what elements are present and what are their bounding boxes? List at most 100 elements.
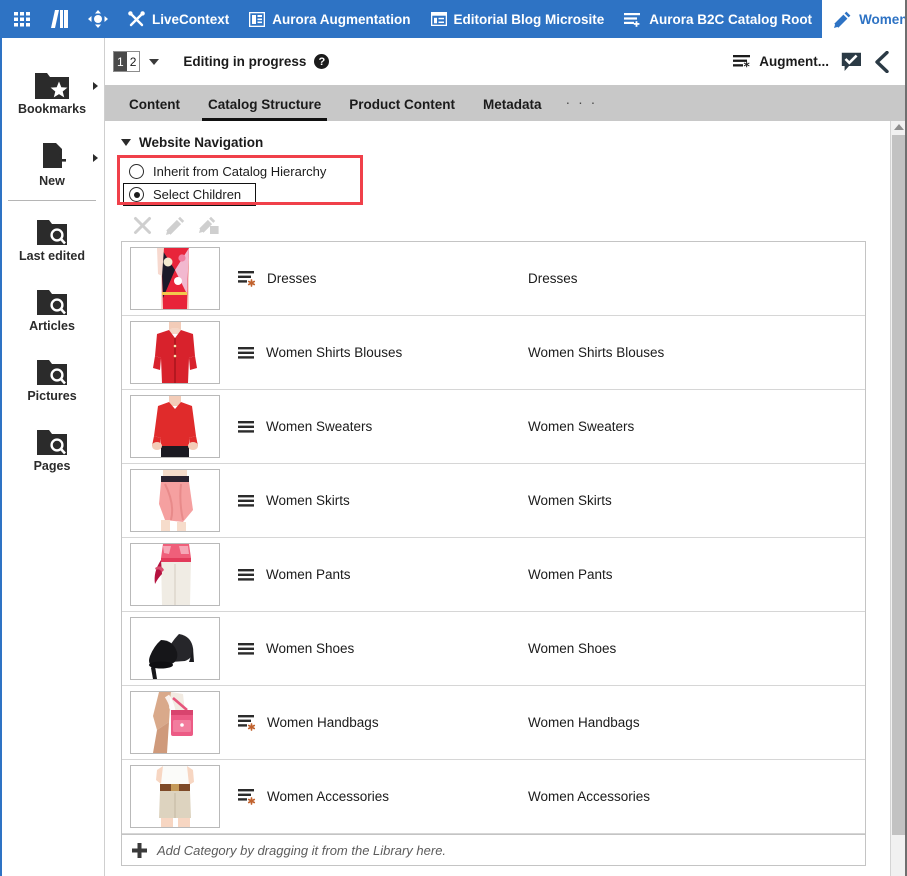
sidebar-label-bookmarks: Bookmarks — [17, 102, 87, 116]
sidebar-label-new: New — [39, 174, 65, 188]
folder-search-icon — [35, 287, 69, 316]
sidebar-item-pictures[interactable]: Pictures — [0, 347, 104, 409]
apps-grid-button[interactable] — [0, 0, 41, 38]
row-name-cell: Women Sweaters — [238, 419, 528, 434]
row-secondary-label: Women Handbags — [528, 715, 640, 730]
add-category-dropzone[interactable]: Add Category by dragging it from the Lib… — [122, 834, 865, 865]
svg-text:*: * — [744, 59, 751, 70]
augment-icon: * — [733, 54, 752, 70]
row-name-cell: Women Pants — [238, 567, 528, 582]
tab-content[interactable]: Content — [115, 97, 194, 121]
category-augmented-icon — [238, 714, 257, 731]
livecontext-label: LiveContext — [152, 11, 230, 27]
row-label: Women Sweaters — [266, 419, 373, 434]
help-icon[interactable]: ? — [314, 54, 330, 69]
thumbnail-women-shoes — [130, 617, 220, 680]
version-dropdown-icon[interactable] — [149, 58, 160, 65]
document-tabs: Content Catalog Structure Product Conten… — [105, 85, 907, 121]
scrollbar-thumb[interactable] — [892, 135, 906, 835]
website-navigation-header[interactable]: Website Navigation — [105, 121, 907, 150]
tools-icon — [128, 11, 145, 27]
radio-button-inherit[interactable] — [129, 164, 144, 179]
thumbnail-women-pants — [130, 543, 220, 606]
table-row[interactable]: Dresses Dresses — [122, 242, 865, 316]
catalog-structure-panel: Website Navigation Inherit from Catalog … — [105, 121, 907, 876]
table-row[interactable]: Women Skirts Women Skirts — [122, 464, 865, 538]
list-toolbar — [105, 206, 907, 241]
tab-women-label: Women — [859, 11, 907, 27]
table-row[interactable]: Women Handbags Women Handbags — [122, 686, 865, 760]
category-list: Dresses Dresses Women Shirts Blouses Wom… — [121, 241, 866, 866]
radio-inherit-from-catalog-hierarchy[interactable]: Inherit from Catalog Hierarchy — [123, 160, 369, 183]
aurora-augmentation-label: Aurora Augmentation — [272, 11, 411, 27]
radio-button-select-children[interactable] — [129, 187, 144, 202]
thumbnail-women-skirts — [130, 469, 220, 532]
sidebar-item-articles[interactable]: Articles — [0, 277, 104, 339]
editorial-blog-microsite-button[interactable]: Editorial Blog Microsite — [421, 0, 615, 38]
row-name-cell: Dresses — [238, 270, 528, 287]
toolbar-right-group: * Augment... — [733, 50, 907, 73]
tab-metadata[interactable]: Metadata — [469, 97, 556, 121]
folder-search-icon — [35, 427, 69, 456]
row-name-cell: Women Skirts — [238, 493, 528, 508]
chevron-left-icon[interactable] — [874, 50, 891, 73]
aurora-b2c-catalog-root-label: Aurora B2C Catalog Root — [649, 11, 813, 27]
sidebar-divider — [8, 200, 96, 201]
row-name-cell: Women Accessories — [238, 788, 528, 805]
sidebar-item-last-edited[interactable]: Last edited — [0, 207, 104, 269]
row-label: Women Shoes — [266, 641, 355, 656]
table-row[interactable]: Women Sweaters Women Sweaters — [122, 390, 865, 464]
tab-product-content[interactable]: Product Content — [335, 97, 469, 121]
augment-button[interactable]: * Augment... — [733, 54, 829, 70]
table-row[interactable]: Women Pants Women Pants — [122, 538, 865, 612]
row-secondary-label: Women Shoes — [528, 641, 617, 656]
category-icon — [238, 642, 256, 656]
edit-icon — [166, 216, 185, 235]
row-label: Dresses — [267, 271, 317, 286]
tab-women[interactable]: Women — [822, 0, 907, 38]
table-row[interactable]: Women Accessories Women Accessories — [122, 760, 865, 834]
thumbnail-women-accessories — [130, 765, 220, 828]
scroll-up-arrow-icon[interactable] — [894, 124, 904, 130]
sidebar-expand-arrow-bookmarks[interactable] — [93, 82, 98, 90]
version-indicator[interactable]: 1 2 — [113, 51, 141, 72]
row-secondary-label: Women Skirts — [528, 493, 612, 508]
tab-catalog-structure[interactable]: Catalog Structure — [194, 97, 335, 121]
preview-target-button[interactable] — [78, 0, 118, 38]
livecontext-button[interactable]: LiveContext — [118, 0, 239, 38]
comment-check-icon[interactable] — [841, 52, 862, 72]
pencil-icon — [834, 11, 851, 28]
status-label: Editing in progress — [183, 54, 307, 69]
radio-select-children[interactable]: Select Children — [123, 183, 256, 206]
category-icon — [238, 420, 256, 434]
sidebar-item-new[interactable]: New — [0, 132, 104, 194]
row-secondary-label: Dresses — [528, 271, 578, 286]
sidebar-item-pages[interactable]: Pages — [0, 417, 104, 479]
table-row[interactable]: Women Shirts Blouses Women Shirts Blouse… — [122, 316, 865, 390]
folder-search-icon — [35, 357, 69, 386]
library-button[interactable] — [41, 0, 78, 38]
edit-in-tab-icon — [199, 216, 219, 235]
radio-label-select-children: Select Children — [153, 187, 242, 202]
category-augmented-icon — [238, 788, 257, 805]
tab-overflow-button[interactable]: · · · — [556, 94, 608, 121]
aurora-b2c-catalog-root-button[interactable]: Aurora B2C Catalog Root — [614, 0, 822, 38]
sidebar-item-bookmarks[interactable]: Bookmarks — [0, 60, 104, 122]
row-secondary-label: Women Pants — [528, 567, 613, 582]
row-label: Women Handbags — [267, 715, 379, 730]
collapse-triangle-icon[interactable] — [121, 139, 131, 146]
navigation-mode-group: Inherit from Catalog Hierarchy Select Ch… — [117, 155, 369, 206]
category-icon — [238, 494, 256, 508]
folder-search-icon — [35, 217, 69, 246]
version-current: 1 — [114, 52, 127, 71]
add-category-label: Add Category by dragging it from the Lib… — [157, 842, 447, 858]
thumbnail-dresses — [130, 247, 220, 310]
page-layout-icon — [249, 11, 266, 27]
application-window: LiveContext Aurora Augmentation Editoria… — [0, 0, 907, 876]
row-label: Women Skirts — [266, 493, 350, 508]
aurora-augmentation-button[interactable]: Aurora Augmentation — [239, 0, 420, 38]
table-row[interactable]: Women Shoes Women Shoes — [122, 612, 865, 686]
thumbnail-women-sweaters — [130, 395, 220, 458]
sidebar-expand-arrow-new[interactable] — [93, 154, 98, 162]
row-secondary-label: Women Shirts Blouses — [528, 345, 665, 360]
